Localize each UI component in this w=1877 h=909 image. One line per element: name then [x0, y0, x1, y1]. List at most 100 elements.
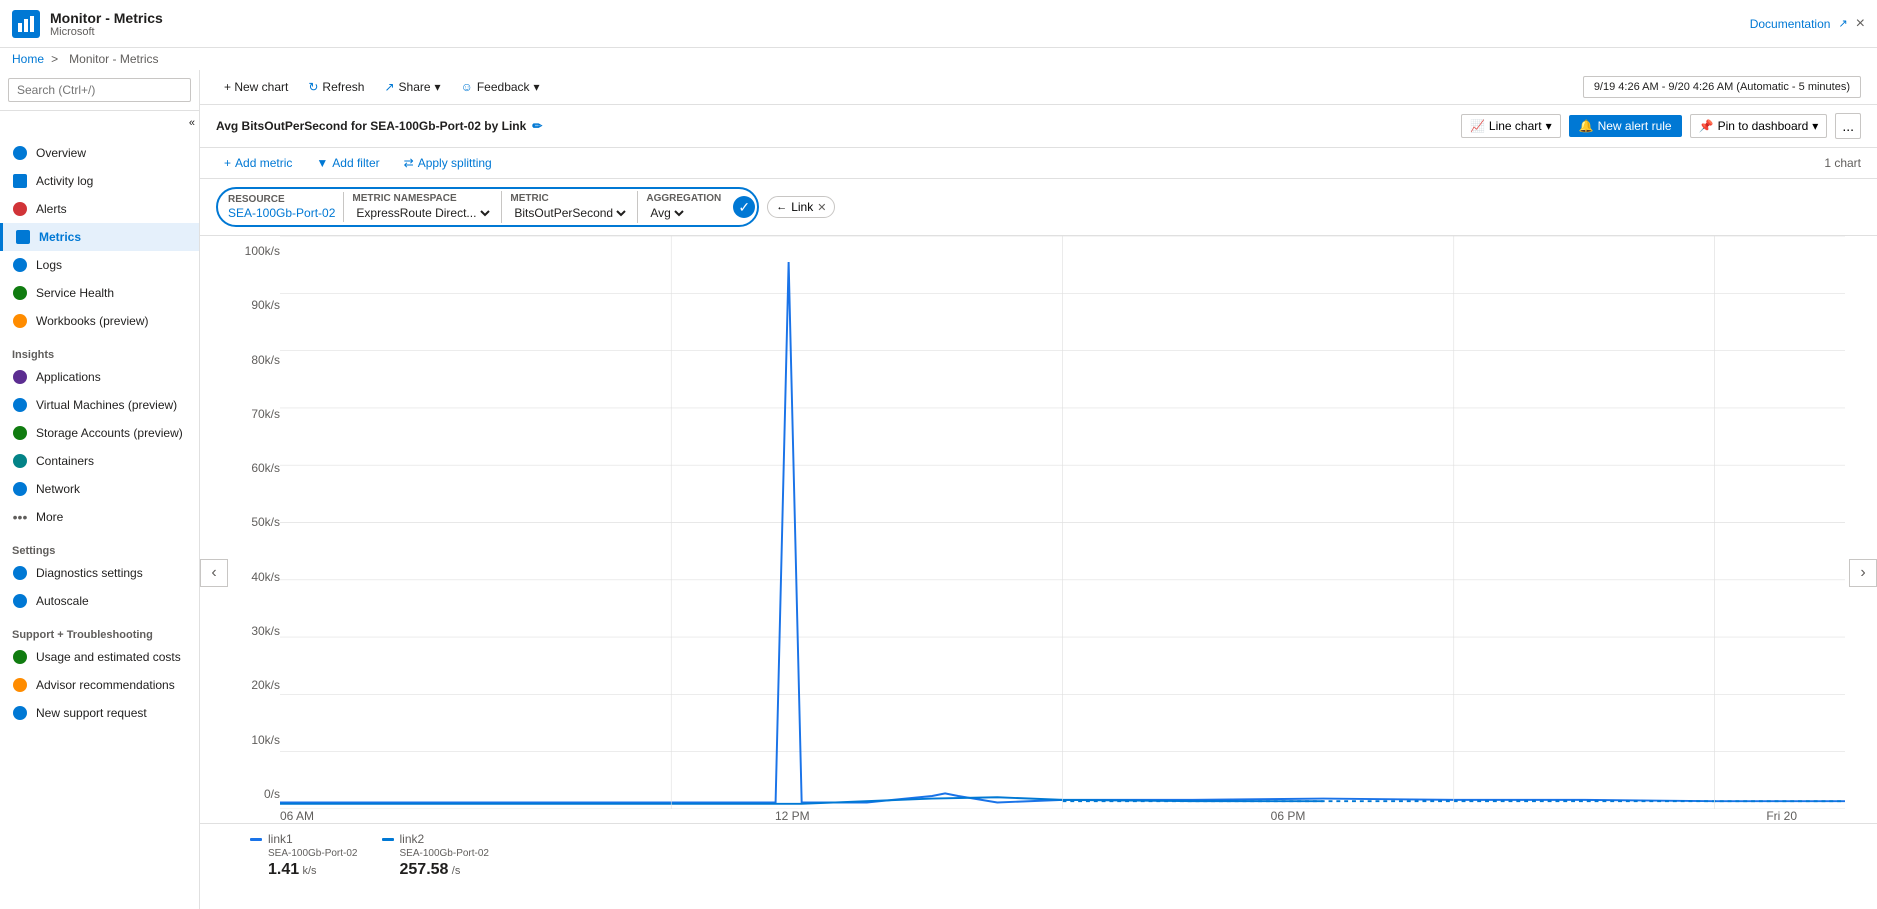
x-label-6pm: 06 PM: [1271, 809, 1306, 823]
sidebar-support-section: Support + Troubleshooting Usage and esti…: [0, 619, 199, 731]
metric-label: METRIC: [510, 193, 629, 204]
sidebar-item-diagnostics[interactable]: Diagnostics settings: [0, 559, 199, 587]
sidebar-item-metrics[interactable]: Metrics: [0, 223, 199, 251]
activity-icon: [12, 173, 28, 189]
vm-icon: [12, 397, 28, 413]
x-label-fri20: Fri 20: [1766, 809, 1797, 823]
y-label-70k: 70k/s: [232, 407, 280, 421]
legend-sub-link1: SEA-100Gb-Port-02: [250, 848, 358, 859]
sidebar-item-service-health[interactable]: Service Health: [0, 279, 199, 307]
new-alert-rule-button[interactable]: 🔔 New alert rule: [1569, 115, 1682, 137]
metric-pill: RESOURCE SEA-100Gb-Port-02 METRIC NAMESP…: [216, 187, 759, 227]
sidebar-item-overview[interactable]: Overview: [0, 139, 199, 167]
sidebar-label-autoscale: Autoscale: [36, 594, 89, 608]
sidebar-label-activity-log: Activity log: [36, 174, 93, 188]
legend-name-link1: link1: [268, 832, 293, 846]
sidebar-item-vms[interactable]: Virtual Machines (preview): [0, 391, 199, 419]
sidebar-label-more: More: [36, 510, 63, 524]
sidebar-item-network[interactable]: Network: [0, 475, 199, 503]
sidebar-label-overview: Overview: [36, 146, 86, 160]
metric-select[interactable]: BitsOutPerSecond: [510, 205, 629, 221]
aggregation-select[interactable]: Avg: [646, 205, 687, 221]
sidebar-item-alerts[interactable]: Alerts: [0, 195, 199, 223]
sidebar-item-workbooks[interactable]: Workbooks (preview): [0, 307, 199, 335]
add-metric-button[interactable]: + Add metric: [216, 152, 300, 174]
doc-external-icon: ↗: [1838, 17, 1847, 30]
y-label-30k: 30k/s: [232, 624, 280, 638]
sidebar-item-more[interactable]: ••• More: [0, 503, 199, 531]
chart-type-button[interactable]: 📈 Line chart ▾: [1461, 114, 1561, 138]
namespace-select[interactable]: ExpressRoute Direct...: [352, 205, 493, 221]
new-chart-button[interactable]: + New chart: [216, 76, 296, 98]
sidebar-item-storage[interactable]: Storage Accounts (preview): [0, 419, 199, 447]
aggregation-field: AGGREGATION Avg: [638, 191, 729, 223]
pin-label: Pin to dashboard: [1718, 119, 1809, 133]
chart-with-axes: 100k/s 90k/s 80k/s 70k/s 60k/s 50k/s 40k…: [200, 236, 1877, 809]
refresh-button[interactable]: ↻ Refresh: [300, 76, 372, 98]
y-axis: 100k/s 90k/s 80k/s 70k/s 60k/s 50k/s 40k…: [232, 236, 280, 809]
sidebar-item-containers[interactable]: Containers: [0, 447, 199, 475]
diag-icon: [12, 565, 28, 581]
apply-splitting-button[interactable]: ⇄ Apply splitting: [396, 152, 500, 174]
y-label-20k: 20k/s: [232, 678, 280, 692]
resource-value[interactable]: SEA-100Gb-Port-02: [228, 206, 335, 220]
x-axis: 06 AM 12 PM 06 PM Fri 20: [200, 809, 1877, 823]
chart-type-chevron-icon: ▾: [1546, 119, 1552, 133]
sidebar-item-usage-costs[interactable]: Usage and estimated costs: [0, 643, 199, 671]
remove-link-icon[interactable]: ✕: [817, 201, 826, 214]
insights-title: Insights: [0, 343, 199, 363]
legend-item-link2: link2 SEA-100Gb-Port-02 257.58 /s: [382, 832, 490, 879]
search-input[interactable]: [8, 78, 191, 102]
share-button[interactable]: ↗ Share ▾: [376, 76, 448, 98]
feedback-chevron-icon: ▾: [534, 80, 540, 94]
app-logo: [12, 10, 40, 38]
sidebar-label-advisor: Advisor recommendations: [36, 678, 175, 692]
sidebar-item-logs[interactable]: Logs: [0, 251, 199, 279]
chart-legend: link1 SEA-100Gb-Port-02 1.41 k/s link2 S…: [200, 823, 1877, 887]
time-range-picker[interactable]: 9/19 4:26 AM - 9/20 4:26 AM (Automatic -…: [1583, 76, 1861, 98]
legend-label-link1: link1: [250, 832, 358, 846]
main-toolbar: + New chart ↻ Refresh ↗ Share ▾ ☺ Feedba…: [200, 70, 1877, 105]
resource-label: RESOURCE: [228, 194, 335, 205]
add-filter-label: Add filter: [332, 156, 379, 170]
alert-btn-label: New alert rule: [1598, 119, 1672, 133]
feedback-button[interactable]: ☺ Feedback ▾: [453, 76, 548, 98]
breadcrumb-home[interactable]: Home: [12, 52, 44, 66]
add-filter-button[interactable]: ▼ Add filter: [308, 152, 387, 174]
sidebar-item-advisor[interactable]: Advisor recommendations: [0, 671, 199, 699]
chart-nav-left-button[interactable]: ‹: [200, 559, 228, 587]
sidebar-label-network: Network: [36, 482, 80, 496]
pin-dashboard-button[interactable]: 📌 Pin to dashboard ▾: [1690, 114, 1828, 138]
more-options-button[interactable]: ...: [1835, 113, 1861, 139]
y-label-50k: 50k/s: [232, 515, 280, 529]
main-layout: « Overview Activity log Alerts Metrics: [0, 70, 1877, 909]
y-label-60k: 60k/s: [232, 461, 280, 475]
toolbar-left: + New chart ↻ Refresh ↗ Share ▾ ☺ Feedba…: [216, 76, 548, 98]
sidebar-item-applications[interactable]: Applications: [0, 363, 199, 391]
chart-nav-right-button[interactable]: ›: [1849, 559, 1877, 587]
sidebar-label-storage: Storage Accounts (preview): [36, 426, 183, 440]
y-label-90k: 90k/s: [232, 298, 280, 312]
split-icon: ⇄: [404, 156, 414, 170]
chart-type-label: Line chart: [1489, 119, 1542, 133]
chart-area: ‹ › 100k/s 90k/s 80k/s 70k/s 60k/s 50k/s…: [200, 236, 1877, 909]
legend-name-link2: link2: [400, 832, 425, 846]
documentation-link[interactable]: Documentation: [1750, 17, 1831, 31]
sidebar-item-support[interactable]: New support request: [0, 699, 199, 727]
health-icon: [12, 285, 28, 301]
sidebar-item-activity-log[interactable]: Activity log: [0, 167, 199, 195]
close-button[interactable]: ×: [1856, 15, 1865, 33]
confirm-metric-button[interactable]: ✓: [733, 196, 755, 218]
sidebar-collapse-btn[interactable]: «: [0, 111, 199, 135]
add-metric-bar: + Add metric ▼ Add filter ⇄ Apply splitt…: [200, 148, 1877, 179]
alert-icon: [12, 201, 28, 217]
sidebar-item-autoscale[interactable]: Autoscale: [0, 587, 199, 615]
edit-title-icon[interactable]: ✏: [532, 119, 542, 133]
y-label-10k: 10k/s: [232, 733, 280, 747]
aggregation-label: AGGREGATION: [646, 193, 721, 204]
app-icon: [12, 369, 28, 385]
link-tag[interactable]: ← Link ✕: [767, 196, 835, 218]
resource-field: RESOURCE SEA-100Gb-Port-02: [220, 192, 344, 222]
breadcrumb-current: Monitor - Metrics: [69, 52, 158, 66]
app-title-block: Monitor - Metrics Microsoft: [50, 10, 163, 38]
